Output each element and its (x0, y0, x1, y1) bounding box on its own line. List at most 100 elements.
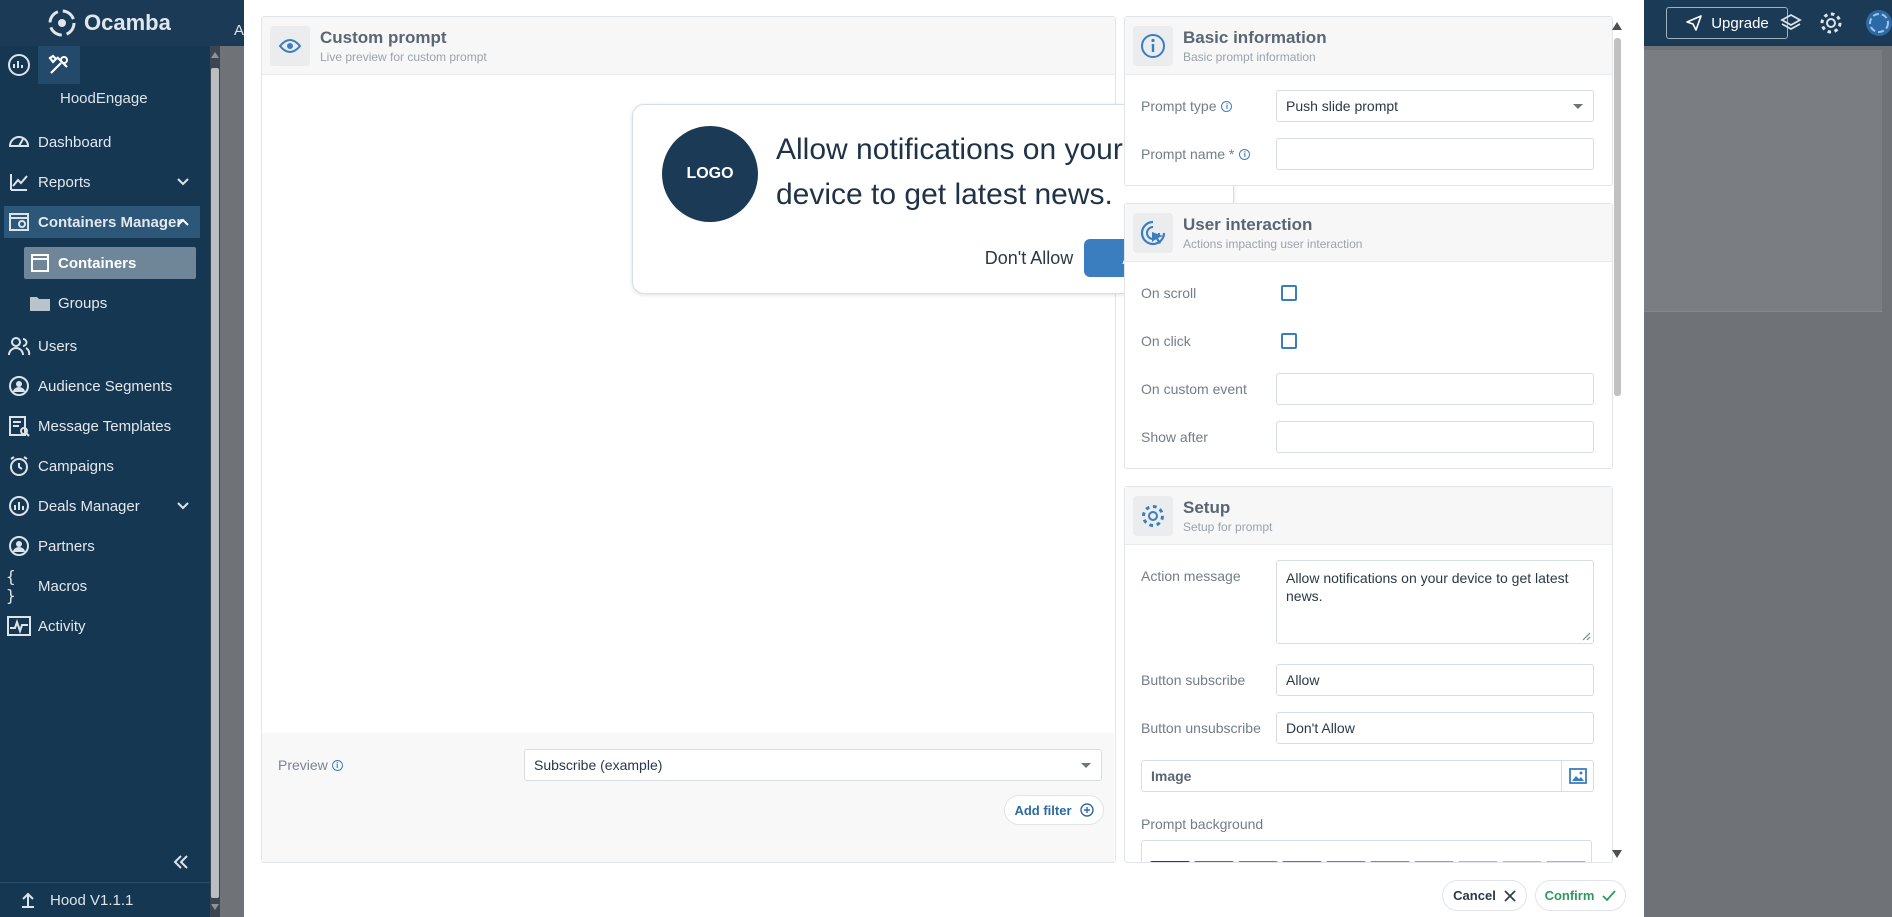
macros-icon: { } (6, 567, 16, 605)
sidebar-item-macros[interactable]: { } Macros (4, 567, 200, 605)
dont-allow-button[interactable]: Don't Allow (963, 239, 1095, 277)
cancel-button[interactable]: Cancel (1442, 880, 1527, 911)
on-click-checkbox[interactable] (1281, 333, 1297, 349)
sidebar-item-label: Deals Manager (38, 497, 140, 515)
image-picker-button[interactable] (1561, 761, 1593, 791)
users-icon (6, 333, 32, 359)
partners-icon (6, 533, 32, 559)
info-icon[interactable]: i (1239, 148, 1251, 160)
preview-select[interactable]: Subscribe (example) (524, 749, 1102, 781)
button-unsubscribe-input[interactable]: Don't Allow (1276, 712, 1594, 744)
action-message-value: Allow notifications on your device to ge… (1286, 570, 1569, 604)
dropdown-caret-icon (1573, 104, 1583, 109)
sidebar-subitem-groups[interactable]: Groups (24, 287, 196, 319)
modal-scroll-thumb[interactable] (1614, 38, 1621, 396)
sidebar-item-label: Activity (38, 617, 86, 635)
send-icon (1686, 15, 1703, 31)
sidebar: HoodEngage Dashboard Reports Containers … (0, 46, 210, 917)
color-swatch[interactable] (1150, 861, 1190, 862)
panel-title: Custom prompt (320, 28, 447, 47)
sidebar-item-campaigns[interactable]: Campaigns (4, 450, 200, 482)
containers-manager-icon (6, 209, 32, 235)
sidebar-item-reports[interactable]: Reports (4, 166, 200, 198)
sidebar-item-containers-manager[interactable]: Containers Manager (4, 206, 200, 238)
layers-icon[interactable] (1778, 10, 1804, 36)
scroll-up-icon[interactable] (1612, 22, 1622, 30)
sidebar-item-label: Dashboard (38, 133, 112, 151)
on-scroll-label: On scroll (1141, 285, 1197, 301)
container-icon (28, 251, 52, 275)
button-unsubscribe-label: Button unsubscribe (1141, 720, 1261, 736)
analytics-icon[interactable] (0, 46, 38, 84)
sidebar-item-audience-segments[interactable]: Audience Segments (4, 370, 200, 402)
on-custom-event-input[interactable] (1276, 373, 1594, 405)
pointer-click-icon (1133, 213, 1173, 253)
color-swatch[interactable] (1194, 861, 1234, 862)
campaigns-icon (6, 453, 32, 479)
show-after-input[interactable] (1276, 421, 1594, 453)
color-swatch[interactable] (1502, 861, 1542, 862)
color-swatch[interactable] (1414, 861, 1454, 862)
on-scroll-checkbox[interactable] (1281, 285, 1297, 301)
info-icon[interactable]: i (331, 759, 343, 771)
color-swatch[interactable] (1326, 861, 1366, 862)
version-bar[interactable]: Hood V1.1.1 (0, 882, 210, 917)
prompt-name-input[interactable] (1276, 138, 1594, 170)
scroll-down-icon[interactable] (1612, 850, 1622, 858)
panel-subtitle: Setup for prompt (1183, 520, 1273, 534)
sidebar-scrollbar[interactable] (210, 46, 220, 917)
tools-icon[interactable] (38, 46, 80, 84)
resize-handle-icon[interactable] (1581, 631, 1591, 641)
scroll-up-icon[interactable] (211, 52, 219, 58)
add-filter-label: Add filter (1014, 802, 1072, 818)
color-swatch[interactable] (1458, 861, 1498, 862)
panel-subtitle: Actions impacting user interaction (1183, 237, 1363, 251)
brand-logo[interactable]: Ocamba (48, 8, 171, 38)
color-swatch[interactable] (1546, 861, 1586, 862)
action-message-label: Action message (1141, 568, 1241, 584)
sidebar-item-activity[interactable]: Activity (4, 610, 200, 642)
preview-label: Preview (278, 757, 328, 773)
audience-segments-icon (6, 373, 32, 399)
sidebar-item-dashboard[interactable]: Dashboard (4, 126, 200, 158)
sidebar-item-message-templates[interactable]: Message Templates (4, 410, 200, 442)
panel-title: User interaction (1183, 215, 1313, 234)
color-swatch[interactable] (1238, 861, 1278, 862)
version-label: Hood V1.1.1 (50, 891, 134, 909)
top-bar-partial-text: A (234, 22, 245, 39)
sidebar-item-users[interactable]: Users (4, 330, 200, 362)
activity-icon (6, 613, 32, 639)
info-circle-icon (1133, 26, 1173, 66)
upload-icon (22, 892, 34, 908)
on-custom-event-label: On custom event (1141, 381, 1247, 397)
background-swatches (1141, 840, 1592, 862)
modal-scrollbar[interactable] (1611, 20, 1623, 860)
confirm-button[interactable]: Confirm (1535, 880, 1626, 911)
upgrade-button[interactable]: Upgrade (1666, 7, 1788, 39)
panel-subtitle: Basic prompt information (1183, 50, 1316, 64)
gear-icon[interactable] (1818, 10, 1844, 36)
sidebar-item-label: Reports (38, 173, 91, 191)
add-filter-button[interactable]: Add filter (1004, 795, 1104, 825)
info-icon[interactable]: i (1221, 100, 1233, 112)
sidebar-item-deals-manager[interactable]: Deals Manager (4, 490, 200, 522)
sidebar-item-label: Macros (38, 577, 88, 595)
sidebar-subitem-containers[interactable]: Containers (24, 247, 196, 279)
account-name[interactable]: HoodEngage (60, 90, 148, 107)
image-icon (1568, 768, 1587, 784)
panel-title: Setup (1183, 498, 1231, 517)
prompt-background-label: Prompt background (1141, 816, 1264, 832)
sidebar-scroll-thumb[interactable] (211, 68, 219, 898)
scroll-down-icon[interactable] (211, 904, 219, 910)
collapse-sidebar-icon[interactable] (172, 854, 190, 870)
button-subscribe-input[interactable]: Allow (1276, 664, 1594, 696)
prompt-type-label-text: Prompt type (1141, 98, 1217, 114)
sidebar-item-partners[interactable]: Partners (4, 530, 200, 562)
color-swatch[interactable] (1370, 861, 1410, 862)
color-swatch[interactable] (1282, 861, 1322, 862)
prompt-type-select[interactable]: Push slide prompt (1276, 90, 1594, 122)
image-input[interactable]: Image (1141, 760, 1594, 792)
image-label: Image (1151, 768, 1192, 784)
avatar[interactable] (1862, 10, 1892, 36)
action-message-textarea[interactable]: Allow notifications on your device to ge… (1276, 560, 1594, 644)
